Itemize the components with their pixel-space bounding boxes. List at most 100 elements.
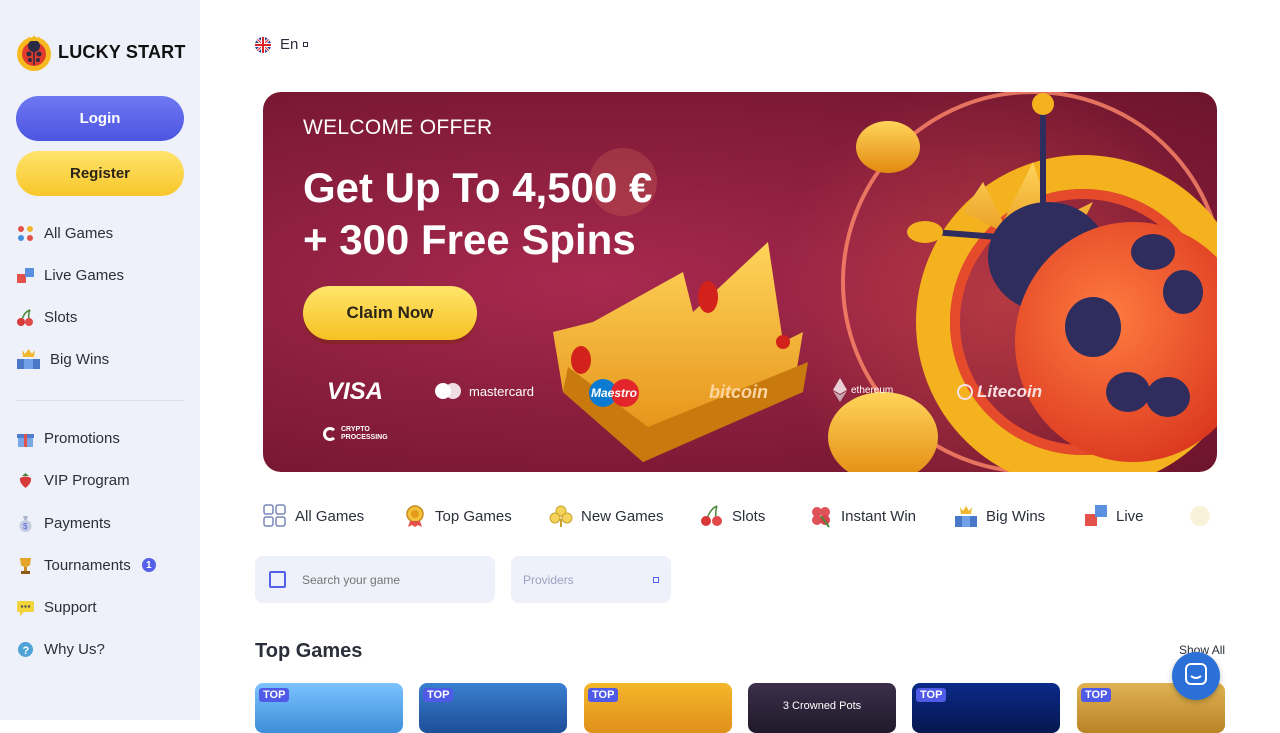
sidebar-item-label: Slots xyxy=(44,308,78,326)
sidebar-item-all-games[interactable]: All Games xyxy=(16,222,113,244)
game-title: 3 Crowned Pots xyxy=(782,700,862,712)
game-tile[interactable]: 3 Crowned Pots xyxy=(748,683,896,733)
game-tile[interactable]: TOP xyxy=(255,683,403,733)
sidebar-item-label: Live Games xyxy=(44,266,125,284)
sidebar-item-label: Why Us? xyxy=(44,640,105,658)
dice-icon xyxy=(16,224,35,243)
mastercard-logo: mastercard xyxy=(433,382,534,400)
sidebar-item-big-wins[interactable]: Big Wins xyxy=(16,348,109,370)
trophy-podium-icon xyxy=(16,349,41,369)
sidebar-item-label: Tournaments xyxy=(44,556,131,574)
sidebar-item-promotions[interactable]: Promotions xyxy=(16,427,120,449)
more-categories-icon[interactable] xyxy=(1190,506,1210,526)
game-tile[interactable]: TOP xyxy=(584,683,732,733)
language-label: En xyxy=(280,36,299,53)
category-live[interactable]: Live xyxy=(1084,504,1144,528)
sidebar-item-vip-program[interactable]: VIP Program xyxy=(16,469,130,491)
offer-eyebrow: WELCOME OFFER xyxy=(303,116,493,139)
welcome-offer-banner[interactable]: WELCOME OFFER Get Up To 4,500 € + 300 Fr… xyxy=(263,92,1217,472)
top-badge: TOP xyxy=(423,688,454,702)
category-label: Big Wins xyxy=(986,507,1046,525)
chevron-down-icon xyxy=(303,42,309,47)
svg-text:$: $ xyxy=(23,522,28,531)
offer-title-line: + 300 Free Spins xyxy=(303,216,636,263)
ladybug-logo-icon xyxy=(16,32,52,72)
top-badge: TOP xyxy=(916,688,947,702)
sidebar-item-label: All Games xyxy=(44,224,114,242)
category-new-games[interactable]: New Games xyxy=(549,504,664,528)
register-button[interactable]: Register xyxy=(16,151,184,196)
tournaments-count-badge: 1 xyxy=(141,558,156,572)
category-big-wins[interactable]: Big Wins xyxy=(954,504,1045,528)
top-badge: TOP xyxy=(259,688,290,702)
brand-name: LUCKY START xyxy=(58,41,186,62)
offer-title-line: Get Up To 4,500 € xyxy=(303,164,653,211)
category-instant-win[interactable]: Instant Win xyxy=(809,504,916,528)
sidebar-item-label: Payments xyxy=(44,514,111,532)
live-icon xyxy=(16,266,35,285)
chat-icon xyxy=(1184,662,1208,691)
visa-logo: VISA xyxy=(327,378,384,405)
ladybug-crown-illustration xyxy=(553,92,1217,472)
chat-bubble-icon xyxy=(16,598,35,617)
login-button[interactable]: Login xyxy=(16,96,184,141)
providers-dropdown[interactable]: Providers xyxy=(511,556,671,603)
four-leaf-clover-icon xyxy=(809,504,833,528)
category-label: All Games xyxy=(295,507,365,525)
litecoin-logo: Litecoin xyxy=(957,382,1042,402)
strawberry-icon xyxy=(16,471,35,490)
offer-title: Get Up To 4,500 € + 300 Free Spins xyxy=(303,162,652,266)
providers-label: Providers xyxy=(523,572,574,587)
language-selector[interactable]: En xyxy=(255,36,309,53)
category-label: Instant Win xyxy=(841,507,917,525)
category-label: Live xyxy=(1116,507,1144,525)
category-label: Top Games xyxy=(435,507,512,525)
cup-icon xyxy=(16,556,35,575)
medal-icon xyxy=(403,504,427,528)
crypto-processing-logo: CRYPTO PROCESSING xyxy=(323,426,393,442)
litecoin-icon xyxy=(957,384,973,400)
category-label: Slots xyxy=(732,507,766,525)
section-title: Top Games xyxy=(255,640,363,662)
top-badge: TOP xyxy=(588,688,619,702)
ethereum-logo: ethereum xyxy=(833,378,893,402)
live-chat-button[interactable] xyxy=(1172,652,1220,700)
sidebar: LUCKY START Login Register All Games Liv… xyxy=(0,0,200,720)
sidebar-item-live-games[interactable]: Live Games xyxy=(16,264,124,286)
sidebar-item-why-us[interactable]: ? Why Us? xyxy=(16,638,105,660)
svg-text:?: ? xyxy=(23,645,30,657)
clover-icon xyxy=(549,504,573,528)
logo[interactable]: LUCKY START xyxy=(16,32,186,72)
category-slots[interactable]: Slots xyxy=(700,504,765,528)
sidebar-item-tournaments[interactable]: Tournaments 1 xyxy=(16,554,156,576)
bitcoin-logo: bitcoin xyxy=(709,382,768,402)
top-badge: TOP xyxy=(1081,688,1112,702)
game-tile[interactable]: TOP xyxy=(912,683,1060,733)
cherry-icon xyxy=(700,504,724,528)
search-input[interactable] xyxy=(302,572,472,587)
claim-now-button[interactable]: Claim Now xyxy=(303,286,477,340)
chevron-down-icon xyxy=(653,576,659,583)
game-search[interactable] xyxy=(255,556,495,603)
trophy-podium-icon xyxy=(954,504,978,528)
sidebar-item-support[interactable]: Support xyxy=(16,596,97,618)
game-tile[interactable]: TOP xyxy=(419,683,567,733)
money-bag-icon: $ xyxy=(16,514,35,533)
grid-icon xyxy=(263,504,287,528)
sidebar-item-label: Support xyxy=(44,598,97,616)
question-icon: ? xyxy=(16,640,35,659)
crypto-processing-icon xyxy=(323,427,337,441)
gift-icon xyxy=(16,429,35,448)
sidebar-item-payments[interactable]: $ Payments xyxy=(16,512,111,534)
sidebar-item-label: Big Wins xyxy=(50,350,110,368)
cherry-icon xyxy=(16,308,35,327)
ethereum-icon xyxy=(833,378,847,402)
mastercard-icon xyxy=(435,383,461,399)
sidebar-divider xyxy=(16,400,184,401)
category-top-games[interactable]: Top Games xyxy=(403,504,512,528)
search-icon xyxy=(269,571,286,588)
category-label: New Games xyxy=(581,507,664,525)
sidebar-item-slots[interactable]: Slots xyxy=(16,306,77,328)
category-all-games[interactable]: All Games xyxy=(263,504,364,528)
maestro-logo: Maestro xyxy=(587,378,641,408)
